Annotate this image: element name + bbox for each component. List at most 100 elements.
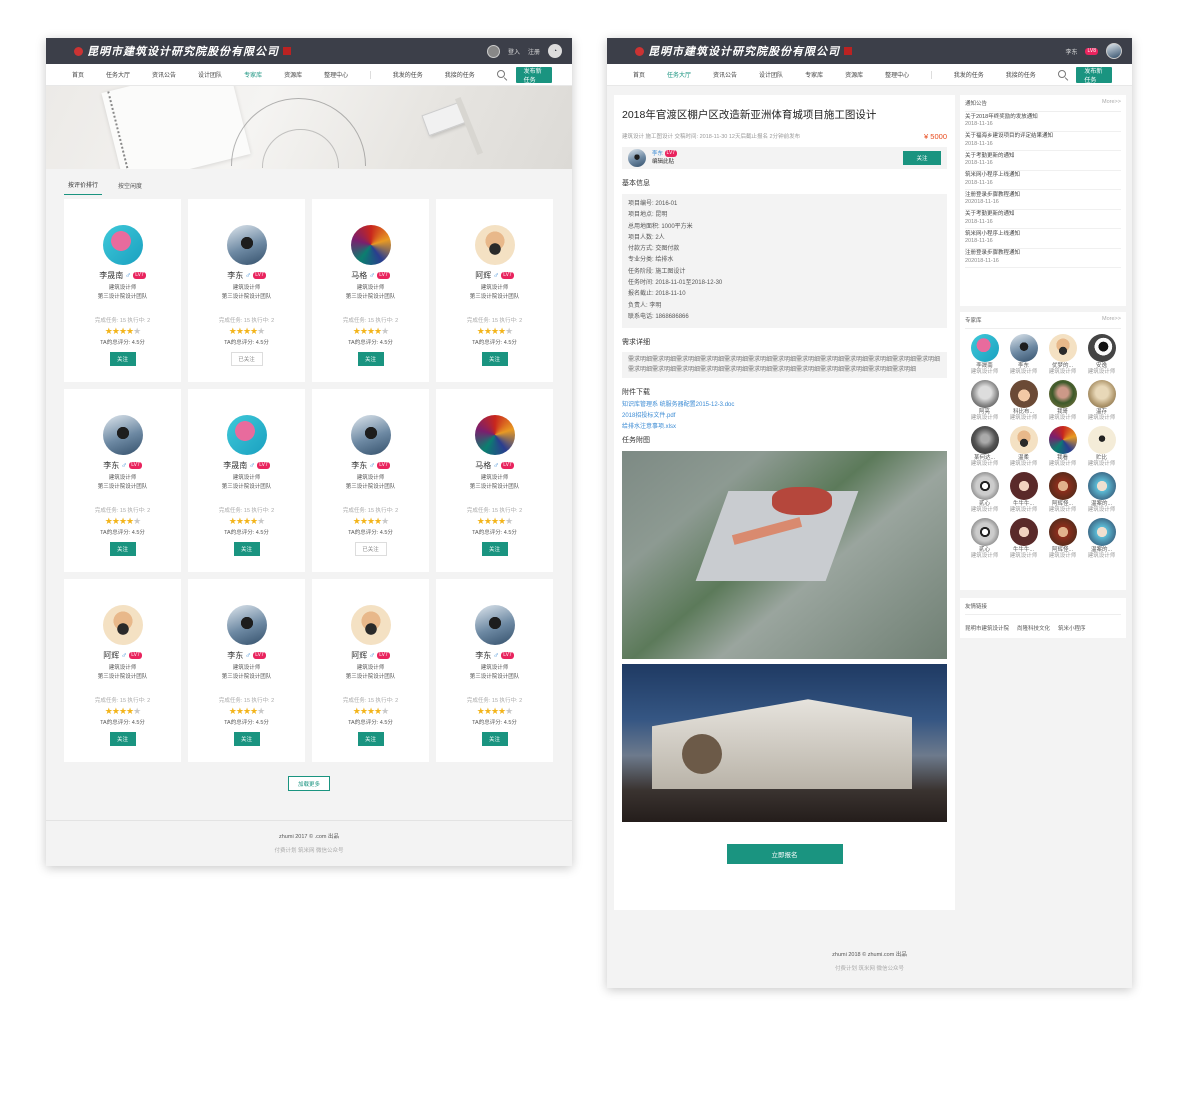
expert-name[interactable]: 李东 (227, 650, 243, 661)
expert-avatar[interactable] (1048, 472, 1077, 500)
follow-button[interactable]: 关注 (109, 542, 136, 556)
expert-avatar[interactable] (350, 605, 391, 645)
expert-avatar[interactable] (1009, 426, 1038, 454)
notice-title-text[interactable]: 关于考勤更新的通知 (965, 153, 1121, 161)
publisher-edit-link[interactable]: 编辑此贴 (652, 158, 677, 166)
expert-name[interactable]: 阿辉 (103, 650, 119, 661)
nav-item[interactable]: 任务大厅 (667, 70, 691, 79)
expert-avatar[interactable] (1048, 518, 1077, 546)
expert-item[interactable]: 阿辉怪... 建筑设计师 (1043, 518, 1082, 559)
footer-links[interactable]: 付费计划 筑米网 微信公众号 (607, 964, 1132, 972)
attachment-link[interactable]: 2018招投标文件.pdf (622, 411, 947, 422)
follow-button[interactable]: 关注 (109, 732, 136, 746)
notice-item[interactable]: 关于考勤更新的通知 2018-11-16 (965, 210, 1121, 229)
nav-item[interactable]: 我发的任务 (954, 70, 984, 79)
expert-item[interactable]: 阿辉怪... 建筑设计师 (1043, 472, 1082, 513)
expert-item[interactable]: 贰心 建筑设计师 (965, 518, 1004, 559)
notice-title-text[interactable]: 筑米网小程序上线通知 (965, 172, 1121, 180)
username[interactable]: 李东 (1065, 47, 1077, 56)
expert-avatar[interactable] (1048, 334, 1077, 362)
expert-name[interactable]: 李东 (103, 460, 119, 471)
nav-item[interactable]: 我发的任务 (393, 70, 423, 79)
follow-button[interactable]: 关注 (481, 352, 508, 366)
notice-item[interactable]: 关于考勤更新的通知 2018-11-16 (965, 151, 1121, 171)
search-icon[interactable] (496, 69, 505, 80)
expert-avatar[interactable] (102, 225, 143, 265)
attachment-link[interactable]: 给排水注意事项.xlsx (622, 422, 947, 433)
nav-item[interactable]: 资源库 (845, 70, 863, 79)
publisher-name[interactable]: 李东 (652, 151, 663, 157)
follow-button[interactable]: 关注 (357, 732, 384, 746)
expert-avatar[interactable] (226, 415, 267, 455)
expert-item[interactable]: 贮比 建筑设计师 (1082, 426, 1121, 467)
expert-avatar[interactable] (1087, 426, 1116, 454)
expert-avatar[interactable] (102, 605, 143, 645)
expert-avatar[interactable] (1009, 380, 1038, 408)
expert-item[interactable]: 温存 建筑设计师 (1082, 380, 1121, 421)
nav-item[interactable]: 我接的任务 (1006, 70, 1036, 79)
load-more-button[interactable]: 加载更多 (288, 776, 330, 791)
expert-avatar[interactable] (1009, 334, 1038, 362)
notice-title-text[interactable]: 筑米网小程序上线通知 (965, 231, 1121, 239)
notice-item[interactable]: 筑米网小程序上线通知 2018-11-16 (965, 229, 1121, 249)
expert-avatar[interactable] (970, 518, 999, 546)
notice-title-text[interactable]: 注册登录步骤教程通知 (965, 192, 1121, 200)
expert-avatar[interactable] (474, 415, 515, 455)
expert-item[interactable]: 李东 建筑设计师 (1004, 334, 1043, 375)
company-logo[interactable]: 昆明市建筑设计研究院股份有限公司 (635, 43, 1065, 59)
expert-name[interactable]: 阿辉 (475, 270, 491, 281)
follow-button[interactable]: 关注 (233, 732, 260, 746)
publish-task-button[interactable]: 发布新任务 (515, 66, 552, 84)
expert-name[interactable]: 阿辉 (351, 650, 367, 661)
expert-item[interactable]: 牛牛牛... 建筑设计师 (1004, 518, 1043, 559)
expert-item[interactable]: 牛牛牛... 建筑设计师 (1004, 472, 1043, 513)
tab-by-rating[interactable]: 按评价排行 (64, 180, 103, 195)
notice-item[interactable]: 关于2018年终奖励的发放通知 2018-11-16 (965, 112, 1121, 132)
nav-item[interactable]: 资讯公告 (152, 70, 176, 79)
follow-button[interactable]: 关注 (357, 352, 384, 366)
expert-avatar[interactable] (350, 225, 391, 265)
nav-item[interactable]: 任务大厅 (106, 70, 130, 79)
expert-item[interactable]: 我看 建筑设计师 (1043, 426, 1082, 467)
expert-name[interactable]: 李晟南 (99, 270, 123, 281)
friend-link[interactable]: 昆明市建筑设计院 (965, 624, 1009, 632)
notice-item[interactable]: 注册登录步骤教程通知 202018-11-16 (965, 190, 1121, 210)
notice-more-link[interactable]: More>> (1102, 99, 1121, 107)
expert-avatar[interactable] (1009, 472, 1038, 500)
company-logo[interactable]: 昆明市建筑设计研究院股份有限公司 (74, 43, 487, 59)
expert-avatar[interactable] (1009, 518, 1038, 546)
notice-item[interactable]: 关于福海乡建设项目的评定结果通知 2018-11-16 (965, 132, 1121, 151)
expert-avatar[interactable] (1087, 380, 1116, 408)
expert-item[interactable]: 阿亮 建筑设计师 (965, 380, 1004, 421)
expert-item[interactable]: 优梦的... 建筑设计师 (1043, 334, 1082, 375)
expert-item[interactable]: 温案的... 建筑设计师 (1082, 518, 1121, 559)
expert-name[interactable]: 马格 (475, 460, 491, 471)
expert-avatar[interactable] (970, 472, 999, 500)
wechat-icon[interactable]: ◔ (548, 44, 562, 58)
expert-name[interactable]: 李东 (475, 650, 491, 661)
expert-name[interactable]: 李东 (227, 270, 243, 281)
expert-avatar[interactable] (474, 605, 515, 645)
search-icon[interactable] (1057, 69, 1066, 80)
expert-item[interactable]: 温案的... 建筑设计师 (1082, 472, 1121, 513)
notice-title-text[interactable]: 注册登录步骤教程通知 (965, 250, 1121, 258)
expert-avatar[interactable] (1048, 380, 1077, 408)
expert-avatar[interactable] (1087, 518, 1116, 546)
expert-avatar[interactable] (970, 334, 999, 362)
expert-item[interactable]: 安逸 建筑设计师 (1082, 334, 1121, 375)
follow-button[interactable]: 关注 (481, 732, 508, 746)
expert-avatar[interactable] (226, 605, 267, 645)
nav-item[interactable]: 资讯公告 (713, 70, 737, 79)
notice-title-text[interactable]: 关于福海乡建设项目的评定结果通知 (965, 133, 1121, 141)
expert-item[interactable]: 温柔 建筑设计师 (1004, 426, 1043, 467)
nav-item[interactable]: 设计团队 (759, 70, 783, 79)
expert-avatar[interactable] (102, 415, 143, 455)
notice-item[interactable]: 筑米网小程序上线通知 2018-11-16 (965, 171, 1121, 190)
expert-avatar[interactable] (350, 415, 391, 455)
notice-title-text[interactable]: 关于2018年终奖励的发放通知 (965, 114, 1121, 122)
friend-link[interactable]: 尚隆科技文化 (1017, 624, 1050, 632)
expert-name[interactable]: 李晟南 (223, 460, 247, 471)
friend-link[interactable]: 筑米小程序 (1058, 624, 1086, 632)
register-link[interactable]: 注册 (528, 47, 540, 56)
publisher-avatar[interactable] (628, 149, 646, 167)
